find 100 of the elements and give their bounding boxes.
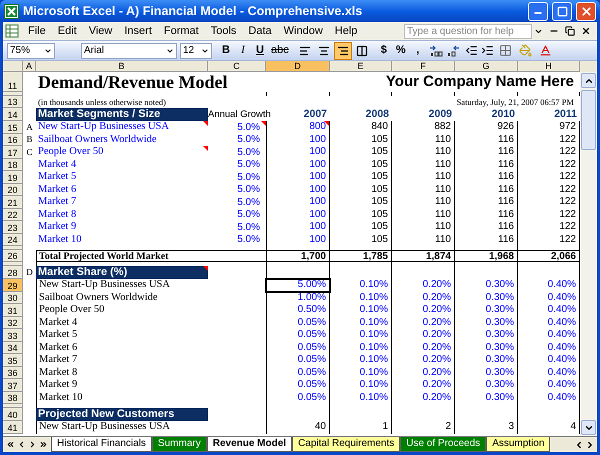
column-header[interactable]: D	[266, 61, 330, 72]
column-header[interactable]: H	[518, 61, 580, 72]
column-header[interactable]: F	[392, 61, 455, 72]
menu-item[interactable]: Edit	[52, 23, 82, 39]
menu-item[interactable]: Tools	[206, 23, 242, 39]
borders-icon[interactable]	[498, 44, 512, 57]
last-sheet-icon[interactable]	[39, 440, 48, 449]
menu-item[interactable]: Window	[278, 23, 328, 39]
row-header[interactable]: 23	[3, 221, 23, 234]
row-header[interactable]: 40	[3, 408, 23, 421]
increase-decimal-icon[interactable]	[428, 44, 443, 56]
workbook-icon	[5, 24, 19, 38]
sheet-tab[interactable]: Capital Requirements	[292, 437, 400, 452]
font-style-button[interactable]: I	[235, 42, 251, 60]
units-note: (in thousands unless otherwise noted)	[37, 96, 167, 108]
row-header[interactable]: 29	[3, 279, 23, 292]
row-header[interactable]: 13	[3, 96, 23, 108]
row-header[interactable]: 34	[3, 342, 23, 354]
segment-name-cell: People Over 50	[36, 146, 208, 158]
year-label: 2007	[304, 106, 327, 122]
sheet-tab[interactable]: Revenue Model	[206, 437, 292, 452]
decrease-decimal-icon[interactable]	[446, 44, 460, 56]
font-style-button[interactable]: B	[218, 42, 234, 60]
row-header[interactable]: 11	[3, 72, 23, 92]
row-header[interactable]: 35	[3, 354, 23, 366]
row-header[interactable]: 30	[3, 292, 23, 304]
row-header[interactable]: 36	[3, 366, 23, 379]
column-header[interactable]: A	[23, 61, 36, 72]
column-header[interactable]: B	[36, 61, 208, 72]
menu-item[interactable]: File	[23, 23, 51, 39]
row-header[interactable]: 16	[3, 134, 23, 146]
font-size-box[interactable]: 12	[180, 42, 212, 58]
row-header[interactable]: 38	[3, 392, 23, 404]
scroll-up-button[interactable]	[581, 73, 596, 88]
row-header[interactable]: 21	[3, 196, 23, 208]
row-header[interactable]: 37	[3, 379, 23, 392]
previous-sheet-icon[interactable]	[17, 440, 26, 449]
segment-name-cell-text: Market 10	[37, 234, 82, 246]
row-header[interactable]: 17	[3, 146, 23, 158]
section-header: Projected New Customers	[36, 408, 208, 421]
zoom-box[interactable]: 75%	[7, 42, 55, 58]
row-header[interactable]: 22	[3, 208, 23, 221]
close-workbook-icon[interactable]	[581, 26, 591, 36]
font-style-button[interactable]: U	[252, 42, 268, 60]
minimize-button[interactable]	[528, 2, 548, 20]
scroll-tabs-right-icon[interactable]	[585, 440, 595, 450]
scroll-down-button[interactable]	[581, 420, 596, 435]
vertical-scrollbar[interactable]	[580, 72, 597, 436]
decrease-indent-icon[interactable]	[464, 44, 478, 57]
help-search-field[interactable]: Type a question for help	[404, 24, 532, 38]
column-header[interactable]: G	[455, 61, 518, 72]
row-header[interactable]: 28	[3, 266, 23, 279]
menu-item[interactable]: View	[84, 23, 118, 39]
menu-item[interactable]: Insert	[119, 23, 157, 39]
fill-color-icon[interactable]	[518, 44, 532, 57]
segment-name-cell-text: Sailboat Owners Worldwide	[37, 134, 158, 146]
row-header[interactable]: 20	[3, 184, 23, 196]
font-style-button[interactable]: abc	[269, 42, 291, 60]
increase-indent-icon[interactable]	[480, 44, 494, 57]
font-name-box[interactable]: Arial	[81, 42, 177, 58]
scroll-tabs-left-icon[interactable]	[574, 440, 584, 450]
row-header[interactable]: 19	[3, 171, 23, 184]
menu-item[interactable]: Help	[330, 23, 362, 39]
menu-item[interactable]: Data	[243, 23, 277, 39]
number-format-button[interactable]: %	[392, 42, 409, 60]
close-button[interactable]	[576, 2, 596, 20]
value-cell: 0.10%	[330, 392, 392, 404]
row-header[interactable]: 41	[3, 421, 23, 434]
total-value: 1,874	[426, 250, 451, 264]
segment-name-cell: New Start-Up Businesses USA	[36, 421, 208, 434]
sheet-tab[interactable]: Assumption	[486, 437, 550, 452]
column-header[interactable]: E	[330, 61, 392, 72]
font-color-icon[interactable]	[538, 44, 552, 57]
value-cell: 105	[330, 234, 392, 246]
number-format-button[interactable]: ,	[410, 42, 426, 60]
align-button[interactable]	[334, 42, 352, 60]
row-header[interactable]: 31	[3, 304, 23, 316]
maximize-button[interactable]	[552, 2, 572, 20]
row-marker: D	[26, 266, 33, 279]
value-cell: 105	[330, 171, 392, 184]
value-cell: 116	[455, 184, 518, 196]
menu-item[interactable]: Format	[158, 23, 204, 39]
number-format-button[interactable]: $	[376, 42, 392, 60]
first-sheet-icon[interactable]	[6, 440, 15, 449]
restore-workbook-icon[interactable]	[565, 26, 575, 36]
sheet-tab[interactable]: Historical Financials	[51, 437, 152, 452]
column-header[interactable]: C	[208, 61, 266, 72]
value-cell: 0.10%	[330, 379, 392, 392]
sheet-tab[interactable]: Use of Proceeds	[400, 437, 486, 452]
row-marker: A	[26, 120, 33, 134]
row-header[interactable]: 32	[3, 316, 23, 329]
scroll-thumb[interactable]	[581, 90, 596, 150]
sheet-tab[interactable]: Summary	[152, 437, 207, 452]
row-header[interactable]: 15	[3, 121, 23, 134]
next-sheet-icon[interactable]	[28, 440, 37, 449]
row-header[interactable]: 18	[3, 158, 23, 171]
row-header[interactable]: 24	[3, 234, 23, 246]
row-header[interactable]: 26	[3, 250, 23, 262]
row-header[interactable]: 14	[3, 108, 23, 121]
row-header[interactable]: 33	[3, 329, 23, 342]
